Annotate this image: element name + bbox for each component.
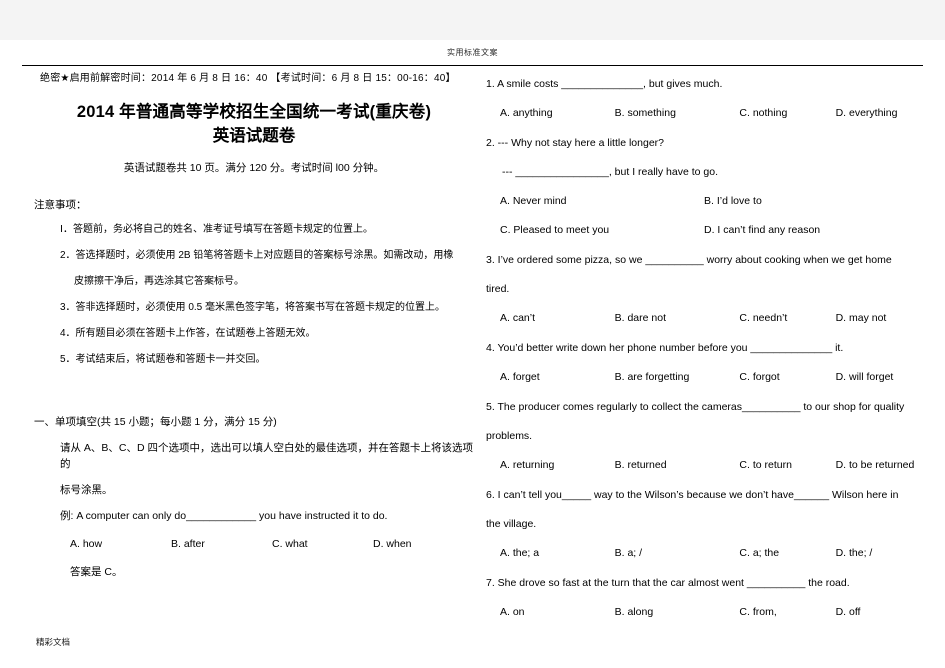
- question-stem-continuation: problems.: [486, 430, 533, 442]
- question-stem: 6. I can’t tell you_____ way to the Wils…: [486, 489, 899, 501]
- example-option-c: C. what: [272, 538, 308, 550]
- question-stem: 7. She drove so fast at the turn that th…: [486, 577, 850, 589]
- option-d: D. to be returned: [835, 459, 915, 471]
- question-item: 3. I’ve ordered some pizza, so we ______…: [486, 246, 928, 333]
- option-c: C. a; the: [739, 547, 780, 559]
- option-c: C. forgot: [739, 371, 780, 383]
- option-a: A. returning: [500, 459, 555, 471]
- option-c: C. to return: [739, 459, 792, 471]
- question-response-line: --- ________________, but I really have …: [502, 166, 718, 178]
- top-watermark-text: 实用标准文案: [447, 48, 498, 57]
- option-a: A. forget: [500, 371, 540, 383]
- notice-item-continuation: 皮擦擦干净后，再选涂其它答案标号。: [74, 276, 244, 287]
- example-options-row: A. how B. after C. what D. when: [34, 536, 474, 552]
- question-item: 5. The producer comes regularly to colle…: [486, 393, 928, 480]
- option-b: B. returned: [614, 459, 667, 471]
- section-instructions-continuation: 标号涂黑。: [60, 484, 113, 496]
- notice-item-main: 3．答非选择题时，必须使用 0.5 毫米黑色签字笔，将答案书写在答题卡规定的位置…: [60, 302, 446, 313]
- example-option-d: D. when: [373, 538, 412, 550]
- question-options-row: A. forget B. are forgetting C. forgot D.…: [486, 363, 928, 392]
- notice-item-main: 5．考试结束后，将试题卷和答题卡一并交回。: [60, 354, 266, 365]
- section-heading-multiple-choice: 一、单项填空(共 15 小题；每小题 1 分，满分 15 分): [34, 416, 277, 428]
- notice-item-main: 2．答选择题时，必须使用 2B 铅笔将答题卡上对应题目的答案标号涂黑。如需改动，…: [60, 250, 454, 261]
- question-options-row: C. Pleased to meet you D. I can’t find a…: [486, 216, 928, 245]
- option-d: D. I can’t find any reason: [704, 224, 821, 236]
- question-options-row: A. on B. along C. from, D. off: [486, 598, 928, 627]
- notice-item: 2．答选择题时，必须使用 2B 铅笔将答题卡上对应题目的答案标号涂黑。如需改动，…: [34, 248, 474, 290]
- question-stem: 5. The producer comes regularly to colle…: [486, 401, 905, 413]
- question-options-row: A. returning B. returned C. to return D.…: [486, 451, 928, 480]
- question-stem-continuation: the village.: [486, 518, 537, 530]
- question-stem: 2. --- Why not stay here a little longer…: [486, 137, 664, 149]
- option-d: D. will forget: [835, 371, 894, 383]
- exam-meta-line: 绝密★启用前解密时间：2014 年 6 月 8 日 16：40 【考试时间：6 …: [40, 73, 456, 84]
- option-a: A. on: [500, 606, 525, 618]
- example-option-a: A. how: [70, 538, 103, 550]
- question-stem: 4. You’d better write down her phone num…: [486, 342, 844, 354]
- option-b: B. dare not: [614, 312, 666, 324]
- left-column: 绝密★启用前解密时间：2014 年 6 月 8 日 16：40 【考试时间：6 …: [34, 72, 474, 580]
- option-b: B. along: [614, 606, 654, 618]
- paper-info-note: 英语试题卷共 10 页。满分 120 分。考试时间 l00 分钟。: [123, 162, 385, 174]
- notice-item: Ⅰ．答题前，务必将自己的姓名、准考证号填写在答题卡规定的位置上。: [34, 222, 474, 238]
- option-b: B. a; /: [614, 547, 643, 559]
- header-divider-rule: [22, 65, 923, 66]
- page-subtitle: 英语试题卷: [212, 127, 296, 145]
- question-item: 4. You’d better write down her phone num…: [486, 334, 928, 392]
- notice-item: 5．考试结束后，将试题卷和答题卡一并交回。: [34, 352, 474, 368]
- option-c: C. nothing: [739, 107, 788, 119]
- example-option-b: B. after: [171, 538, 205, 550]
- right-column: 1. A smile costs ______________, but giv…: [486, 70, 928, 628]
- question-options-row: A. Never mind B. I’d love to: [486, 187, 928, 216]
- notice-item: 4．所有题目必须在答题卡上作答，在试题卷上答题无效。: [34, 326, 474, 342]
- notice-item-main: Ⅰ．答题前，务必将自己的姓名、准考证号填写在答题卡规定的位置上。: [60, 224, 373, 235]
- question-stem: 1. A smile costs ______________, but giv…: [486, 78, 723, 90]
- option-d: D. the; /: [835, 547, 873, 559]
- example-question: 例: A computer can only do____________ yo…: [60, 510, 388, 522]
- option-b: B. I’d love to: [704, 195, 762, 207]
- footer-watermark-text: 精彩文档: [36, 637, 71, 647]
- option-a: A. anything: [500, 107, 553, 119]
- question-options-row: A. can’t B. dare not C. needn’t D. may n…: [486, 304, 928, 333]
- top-gray-band: [0, 0, 945, 40]
- option-a: A. Never mind: [500, 195, 567, 207]
- option-d: D. off: [835, 606, 861, 618]
- option-b: B. something: [614, 107, 676, 119]
- question-options-row: A. the; a B. a; / C. a; the D. the; /: [486, 539, 928, 568]
- question-options-row: A. anything B. something C. nothing D. e…: [486, 99, 928, 128]
- option-a: A. can’t: [500, 312, 536, 324]
- example-answer: 答案是 C。: [70, 566, 123, 578]
- notice-item-main: 4．所有题目必须在答题卡上作答，在试题卷上答题无效。: [60, 328, 316, 339]
- question-stem: 3. I’ve ordered some pizza, so we ______…: [486, 254, 892, 266]
- page-title: 2014 年普通高等学校招生全国统一考试(重庆卷): [76, 103, 432, 121]
- notice-heading: 注意事项：: [34, 199, 87, 211]
- question-item: 2. --- Why not stay here a little longer…: [486, 129, 928, 245]
- exam-paper-page: 实用标准文案 绝密★启用前解密时间：2014 年 6 月 8 日 16：40 【…: [0, 0, 945, 668]
- option-b: B. are forgetting: [614, 371, 690, 383]
- section-instructions-main: 请从 A、B、C、D 四个选项中，选出可以填人空白处的最佳选项，并在答题卡上将该…: [60, 442, 474, 470]
- question-stem-continuation: tired.: [486, 283, 510, 295]
- option-c: C. needn’t: [739, 312, 788, 324]
- option-c: C. Pleased to meet you: [500, 224, 610, 236]
- question-item: 7. She drove so fast at the turn that th…: [486, 569, 928, 627]
- question-item: 1. A smile costs ______________, but giv…: [486, 70, 928, 128]
- option-a: A. the; a: [500, 547, 540, 559]
- section-instructions: 请从 A、B、C、D 四个选项中，选出可以填人空白处的最佳选项，并在答题卡上将该…: [34, 440, 474, 498]
- option-d: D. everything: [835, 107, 898, 119]
- question-item: 6. I can’t tell you_____ way to the Wils…: [486, 481, 928, 568]
- option-d: D. may not: [835, 312, 887, 324]
- option-c: C. from,: [739, 606, 777, 618]
- notice-item: 3．答非选择题时，必须使用 0.5 毫米黑色签字笔，将答案书写在答题卡规定的位置…: [34, 300, 474, 316]
